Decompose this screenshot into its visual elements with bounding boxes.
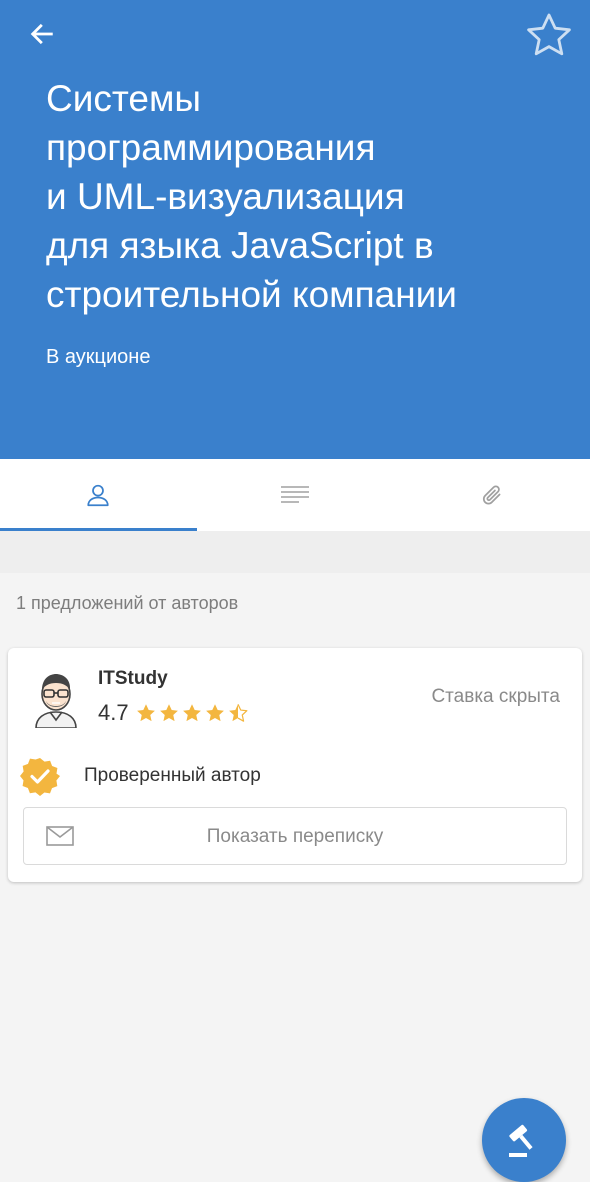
- tab-content-divider: [0, 531, 590, 573]
- offers-count: 1 предложений от авторов: [16, 593, 239, 613]
- back-button[interactable]: [22, 14, 62, 54]
- person-icon: [87, 484, 109, 507]
- star-half-icon: [228, 704, 248, 722]
- tab-offers[interactable]: [0, 459, 197, 531]
- star-icon: [159, 704, 178, 722]
- avatar[interactable]: [32, 670, 80, 729]
- favorite-button[interactable]: [522, 10, 576, 60]
- author-name[interactable]: ITStudy: [98, 668, 168, 690]
- offer-card: ITStudy 4.7 Ставка скрыта Проверенный ав…: [8, 648, 582, 882]
- tab-description[interactable]: [197, 459, 394, 531]
- star-icon: [136, 704, 155, 722]
- tab-bar: [0, 459, 590, 531]
- gavel-icon: [509, 1124, 533, 1157]
- show-messages-label: Показать переписку: [206, 826, 384, 847]
- verified-label: Проверенный автор: [84, 765, 261, 786]
- star-icon: [182, 704, 201, 722]
- verified-author: Проверенный автор: [20, 756, 261, 796]
- rating-stars: [135, 703, 249, 723]
- tab-files[interactable]: [393, 459, 590, 531]
- author-rating: 4.7: [98, 700, 249, 726]
- rating-value: 4.7: [98, 700, 129, 725]
- arrow-left-icon: [30, 23, 53, 45]
- place-bid-button[interactable]: [482, 1098, 566, 1182]
- star-outline-icon: [527, 13, 571, 56]
- bid-status: Ставка скрыта: [431, 686, 560, 707]
- text-lines-icon: [281, 486, 309, 503]
- order-status: В аукционе: [46, 346, 151, 368]
- paperclip-icon: [482, 485, 501, 505]
- show-messages-button[interactable]: Показать переписку: [23, 807, 567, 865]
- verified-badge-icon: [20, 758, 60, 796]
- star-icon: [205, 704, 224, 722]
- order-title: Системы программирования и UML-визуализа…: [46, 78, 457, 315]
- header: Системы программирования и UML-визуализа…: [0, 0, 590, 459]
